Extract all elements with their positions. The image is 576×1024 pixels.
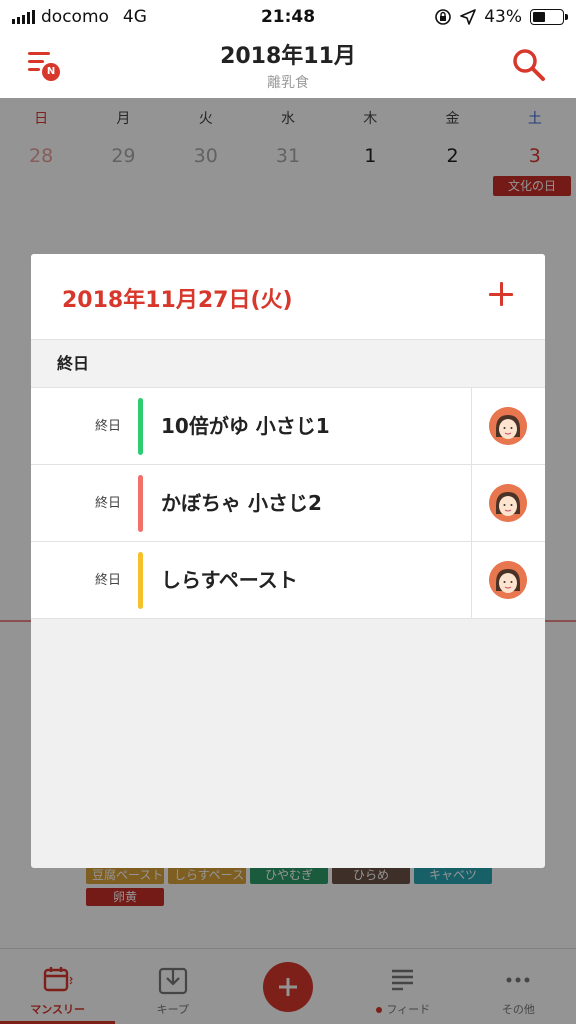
event-color-bar (138, 398, 143, 455)
day-detail-popup: 2018年11月27日(火) 終日 終日 10倍がゆ 小さじ1 終日 かぼちゃ … (31, 254, 545, 868)
event-color-bar (138, 475, 143, 532)
event-time: 終日 (95, 419, 122, 434)
event-time: 終日 (95, 496, 122, 511)
page-title: 2018年11月 (220, 44, 356, 69)
app-header: N 2018年11月 離乳食 (0, 34, 576, 98)
event-title: 10倍がゆ 小さじ1 (161, 414, 330, 438)
divider (471, 388, 472, 465)
event-row[interactable]: 終日 かぼちゃ 小さじ2 (31, 465, 545, 542)
popup-header: 2018年11月27日(火) (31, 254, 545, 340)
event-title: かぼちゃ 小さじ2 (161, 491, 322, 515)
avatar (489, 407, 527, 445)
battery-icon (530, 9, 568, 25)
rotation-lock-icon (435, 9, 452, 25)
status-bar: docomo 4G 21:48 43% (0, 0, 576, 34)
calendar-name: 離乳食 (267, 75, 309, 91)
search-icon[interactable] (512, 48, 546, 82)
location-arrow-icon (460, 9, 477, 25)
event-row[interactable]: 終日 しらすペースト (31, 542, 545, 619)
event-color-bar (138, 552, 143, 609)
event-row[interactable]: 終日 10倍がゆ 小さじ1 (31, 388, 545, 465)
avatar (489, 484, 527, 522)
divider (471, 542, 472, 619)
battery-percent: 43% (484, 7, 522, 27)
event-title: しらすペースト (161, 568, 298, 592)
popup-date: 2018年11月27日(火) (62, 288, 293, 313)
divider (471, 465, 472, 542)
add-event-icon[interactable] (485, 278, 519, 312)
all-day-section-label: 終日 (31, 340, 545, 388)
avatar (489, 561, 527, 599)
event-time: 終日 (95, 573, 122, 588)
